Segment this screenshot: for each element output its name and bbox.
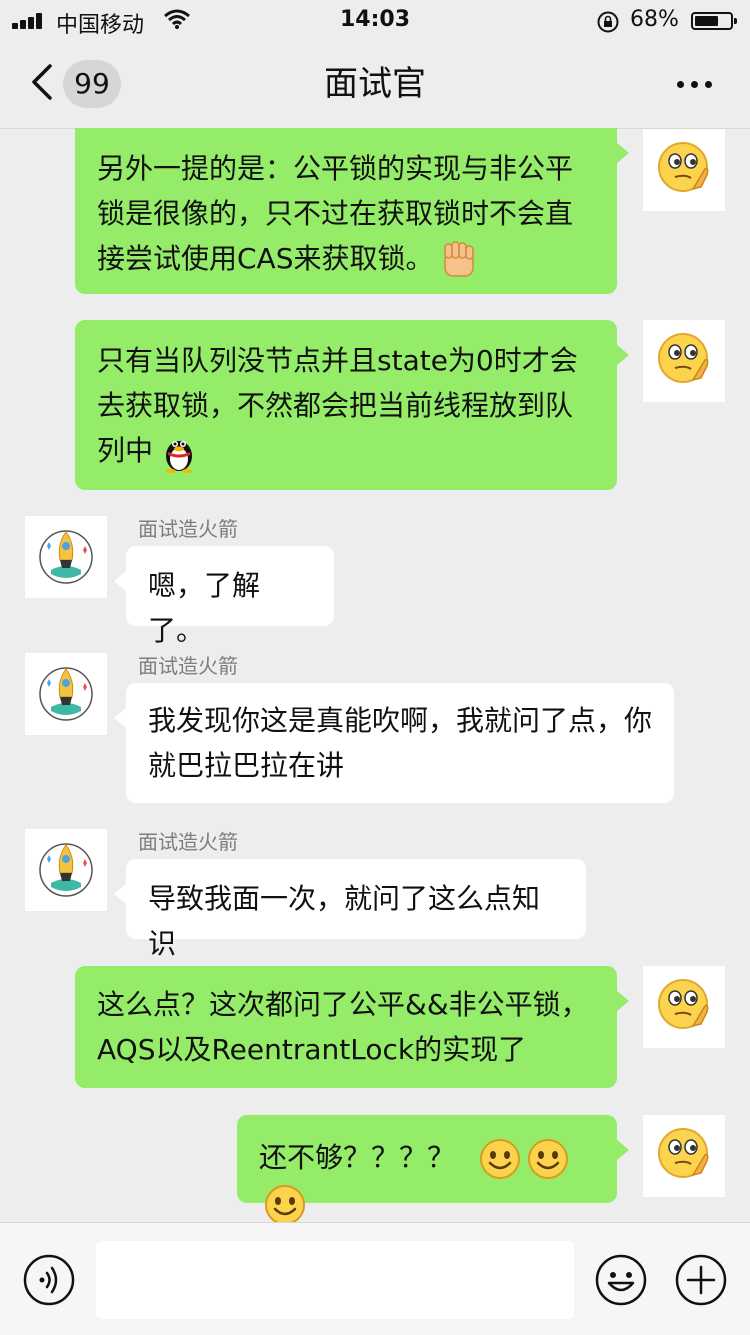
self-avatar[interactable] [643,1115,725,1197]
thinking-face-icon [658,142,709,192]
rocket-avatar-icon [39,530,93,584]
status-bar: 中国移动 14:03 68% [0,0,750,40]
battery-percentage: 68% [630,7,679,32]
input-bar [0,1222,750,1335]
smile-emoji-icon [265,1185,305,1222]
message-text: 嗯，了解了。 [148,569,261,647]
self-avatar[interactable] [643,129,725,211]
message-bubble-received[interactable]: 导致我面一次，就问了这么点知识 [114,859,586,960]
battery-icon [691,12,737,30]
thinking-face-icon [658,979,709,1029]
message-text: 导致我面一次，就问了这么点知识 [148,882,541,960]
rocket-avatar-icon [39,667,93,721]
more-options-button[interactable] [664,70,724,98]
smile-emoji-icon [479,1139,520,1179]
nav-bar: 99 面试官 [0,40,750,129]
message-bubble-sent[interactable]: 只有当队列没节点并且state为0时才会去获取锁，不然都会把当前线程放到队列中 [75,320,629,490]
message-bubble-sent[interactable]: 还不够？？？？ [237,1115,629,1222]
penguin-emoji-icon [166,441,193,473]
message-text: 我发现你这是真能吹啊，我就问了点，你就巴拉巴拉在讲 [148,704,653,782]
message-text: 这么点？这次都问了公平&&非公平锁，AQS以及ReentrantLock的实现了 [97,988,589,1066]
orientation-lock-icon [597,11,619,33]
message-bubble-sent[interactable]: 这么点？这次都问了公平&&非公平锁，AQS以及ReentrantLock的实现了 [75,966,629,1088]
message-bubble-sent[interactable]: 另外一提的是：公平锁的实现与非公平锁是很像的，只不过在获取锁时不会直接尝试使用C… [75,128,629,294]
smile-emoji-icon [527,1139,568,1179]
message-bubble-received[interactable]: 我发现你这是真能吹啊，我就问了点，你就巴拉巴拉在讲 [114,683,674,803]
plus-icon[interactable] [674,1253,728,1307]
contact-avatar[interactable] [25,829,107,911]
self-avatar[interactable] [643,320,725,402]
rocket-avatar-icon [39,843,93,897]
emoji-icon[interactable] [594,1253,648,1307]
message-bubble-received[interactable]: 嗯，了解了。 [114,546,334,647]
voice-icon[interactable] [22,1253,76,1307]
message-text: 还不够？？？？ [259,1141,456,1174]
sender-name: 面试造火箭 [138,517,238,541]
contact-avatar[interactable] [25,653,107,735]
fist-emoji-icon [444,241,475,277]
chat-messages[interactable]: 另外一提的是：公平锁的实现与非公平锁是很像的，只不过在获取锁时不会直接尝试使用C… [0,128,750,1222]
sender-name: 面试造火箭 [138,830,238,854]
thinking-face-icon [658,1128,709,1178]
sender-name: 面试造火箭 [138,654,238,678]
self-avatar[interactable] [643,966,725,1048]
message-text: 另外一提的是：公平锁的实现与非公平锁是很像的，只不过在获取锁时不会直接尝试使用C… [97,152,574,275]
chat-title: 面试官 [324,64,426,104]
message-input[interactable] [96,1241,574,1319]
thinking-face-icon [658,333,709,383]
contact-avatar[interactable] [25,516,107,598]
